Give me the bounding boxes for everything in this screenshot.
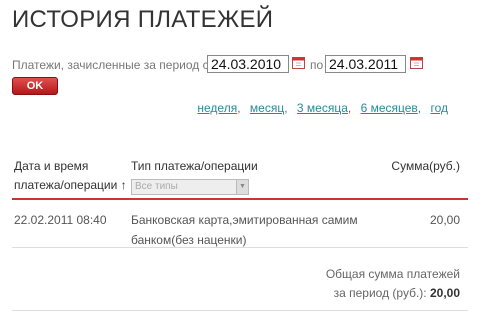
to-label: по: [310, 58, 324, 72]
period-label: Платежи, зачисленные за период с: [12, 58, 209, 72]
column-header-amount: Сумма(руб.): [391, 159, 460, 173]
chevron-down-icon: ▼: [236, 180, 248, 194]
range-link-month[interactable]: месяц: [250, 101, 284, 115]
total-summary: Общая сумма платежей за период (руб.): 2…: [326, 265, 460, 303]
range-link-year[interactable]: год: [430, 101, 448, 115]
column-header-type: Тип платежа/операции: [131, 159, 258, 173]
type-filter-select[interactable]: Все типы ▼: [131, 179, 249, 195]
row-date: 22.02.2011 08:40: [14, 213, 107, 227]
total-label-line2: за период (руб.):: [333, 286, 427, 300]
total-label-line1: Общая сумма платежей: [325, 267, 460, 281]
row-type: Банковская карта,эмитированная самим бан…: [131, 213, 358, 247]
date-to-input[interactable]: 24.03.2011: [325, 55, 406, 73]
period-range-links: неделя, месяц, 3 месяца, 6 месяцев, год: [197, 101, 448, 115]
header-divider: [12, 198, 468, 200]
ok-button[interactable]: OK: [12, 77, 58, 95]
total-value: 20,00: [429, 286, 460, 300]
range-link-3-months[interactable]: 3 месяца: [297, 101, 348, 115]
row-divider: [12, 247, 468, 248]
range-link-6-months[interactable]: 6 месяцев: [361, 101, 418, 115]
calendar-from-icon[interactable]: [292, 57, 305, 69]
bottom-divider: [12, 310, 468, 311]
date-from-input[interactable]: 24.03.2010: [207, 55, 289, 73]
calendar-to-icon[interactable]: [410, 57, 423, 69]
column-header-date[interactable]: Дата и время платежа/операции ↑: [14, 157, 127, 195]
page-title: ИСТОРИЯ ПЛАТЕЖЕЙ: [12, 6, 274, 33]
range-link-week[interactable]: неделя: [197, 101, 237, 115]
row-amount: 20,00: [429, 213, 460, 227]
